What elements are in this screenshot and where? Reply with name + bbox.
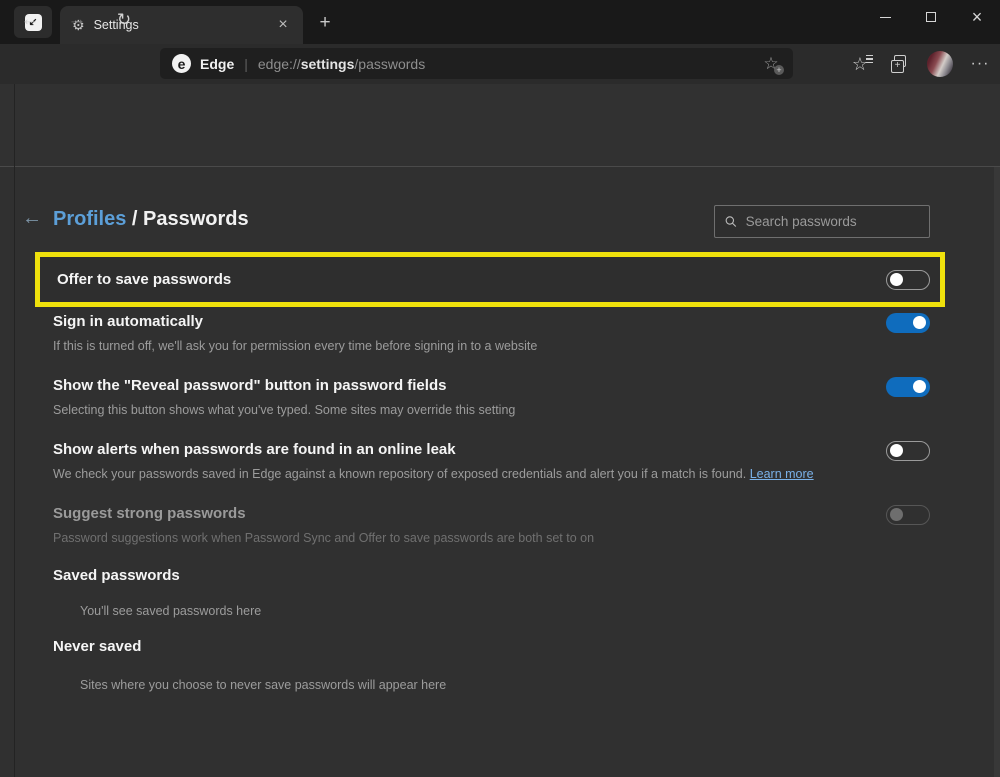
- close-button[interactable]: ×: [954, 0, 1000, 34]
- breadcrumb: Profiles / Passwords: [53, 208, 249, 231]
- sign-in-automatically-toggle[interactable]: [886, 313, 930, 333]
- window-titlebar: ↙ ⚙ Settings × + ×: [0, 0, 1000, 44]
- search-passwords-box[interactable]: [714, 205, 930, 238]
- refresh-button[interactable]: ↻: [108, 4, 140, 36]
- browser-tab-settings[interactable]: ⚙ Settings ×: [60, 6, 303, 44]
- password-leak-alerts-row: Show alerts when passwords are found in …: [53, 441, 930, 481]
- window-left-edge-line: [14, 84, 15, 777]
- url-text: edge://settings/passwords: [258, 56, 759, 72]
- passwords-settings-page: ← Profiles / Passwords Offer to save pas…: [0, 167, 1000, 777]
- url-separator: |: [244, 56, 248, 72]
- plus-badge-icon: +: [774, 65, 784, 75]
- setting-title: Show alerts when passwords are found in …: [53, 441, 930, 458]
- page-scrollbar[interactable]: [994, 167, 1000, 777]
- reveal-password-toggle[interactable]: [886, 377, 930, 397]
- settings-header-band: Settings: [0, 84, 1000, 167]
- maximize-icon: [926, 12, 936, 22]
- saved-passwords-empty-text: You'll see saved passwords here: [80, 604, 261, 618]
- site-label: Edge: [200, 56, 234, 72]
- new-tab-button[interactable]: +: [312, 10, 338, 36]
- learn-more-link[interactable]: Learn more: [750, 467, 814, 481]
- window-controls: ×: [862, 0, 1000, 34]
- never-saved-empty-text: Sites where you choose to never save pas…: [80, 678, 446, 692]
- url-scheme: edge://: [258, 56, 301, 72]
- minimize-icon: [880, 17, 891, 18]
- setting-description: Selecting this button shows what you've …: [53, 403, 930, 417]
- toggle-knob: [890, 508, 903, 521]
- maximize-button[interactable]: [908, 0, 954, 34]
- sign-in-automatically-row: Sign in automatically If this is turned …: [53, 313, 930, 353]
- settings-and-more-button[interactable]: ···: [960, 49, 1000, 79]
- toggle-knob: [890, 444, 903, 457]
- minimize-button[interactable]: [862, 0, 908, 34]
- setting-description: Password suggestions work when Password …: [53, 531, 930, 545]
- url-highlight: settings: [301, 56, 355, 72]
- back-button[interactable]: ←: [14, 4, 46, 36]
- tab-close-icon[interactable]: ×: [273, 15, 293, 35]
- profile-avatar: [927, 51, 953, 77]
- breadcrumb-separator: /: [126, 208, 143, 230]
- setting-description: If this is turned off, we'll ask you for…: [53, 339, 930, 353]
- suggest-strong-passwords-toggle: [886, 505, 930, 525]
- profile-button[interactable]: [920, 49, 960, 79]
- offer-to-save-passwords-row-highlighted: Offer to save passwords: [35, 252, 945, 307]
- favorites-lines-icon: [866, 55, 873, 63]
- setting-description: We check your passwords saved in Edge ag…: [53, 467, 930, 481]
- breadcrumb-back-arrow-icon[interactable]: ←: [22, 207, 42, 230]
- breadcrumb-current: Passwords: [143, 208, 249, 230]
- search-icon: [725, 215, 737, 228]
- toggle-knob: [890, 273, 903, 286]
- toggle-knob: [913, 316, 926, 329]
- favorites-hub-button[interactable]: ☆: [840, 49, 880, 79]
- offer-to-save-passwords-toggle[interactable]: [886, 270, 930, 290]
- setting-title: Sign in automatically: [53, 313, 930, 330]
- setting-title: Show the "Reveal password" button in pas…: [53, 377, 930, 394]
- collections-icon: +: [891, 55, 909, 73]
- add-favorite-button[interactable]: ☆+: [759, 54, 783, 74]
- never-saved-section-title: Never saved: [53, 638, 141, 655]
- suggest-strong-passwords-row: Suggest strong passwords Password sugges…: [53, 505, 930, 545]
- close-icon: ×: [972, 8, 983, 26]
- url-path: /passwords: [354, 56, 425, 72]
- address-bar[interactable]: e Edge | edge://settings/passwords ☆+: [160, 48, 793, 79]
- ellipsis-icon: ···: [971, 55, 990, 73]
- search-passwords-input[interactable]: [746, 214, 919, 229]
- edge-logo-icon: e: [172, 54, 191, 73]
- toggle-knob: [913, 380, 926, 393]
- collections-button[interactable]: +: [880, 49, 920, 79]
- forward-button[interactable]: →: [61, 4, 93, 36]
- toolbar-right-icons: ☆ + ···: [840, 48, 1000, 80]
- setting-title: Offer to save passwords: [57, 271, 886, 288]
- breadcrumb-profiles-link[interactable]: Profiles: [53, 208, 126, 230]
- setting-title: Suggest strong passwords: [53, 505, 930, 522]
- password-leak-alerts-toggle[interactable]: [886, 441, 930, 461]
- saved-passwords-section-title: Saved passwords: [53, 567, 180, 584]
- reveal-password-button-row: Show the "Reveal password" button in pas…: [53, 377, 930, 417]
